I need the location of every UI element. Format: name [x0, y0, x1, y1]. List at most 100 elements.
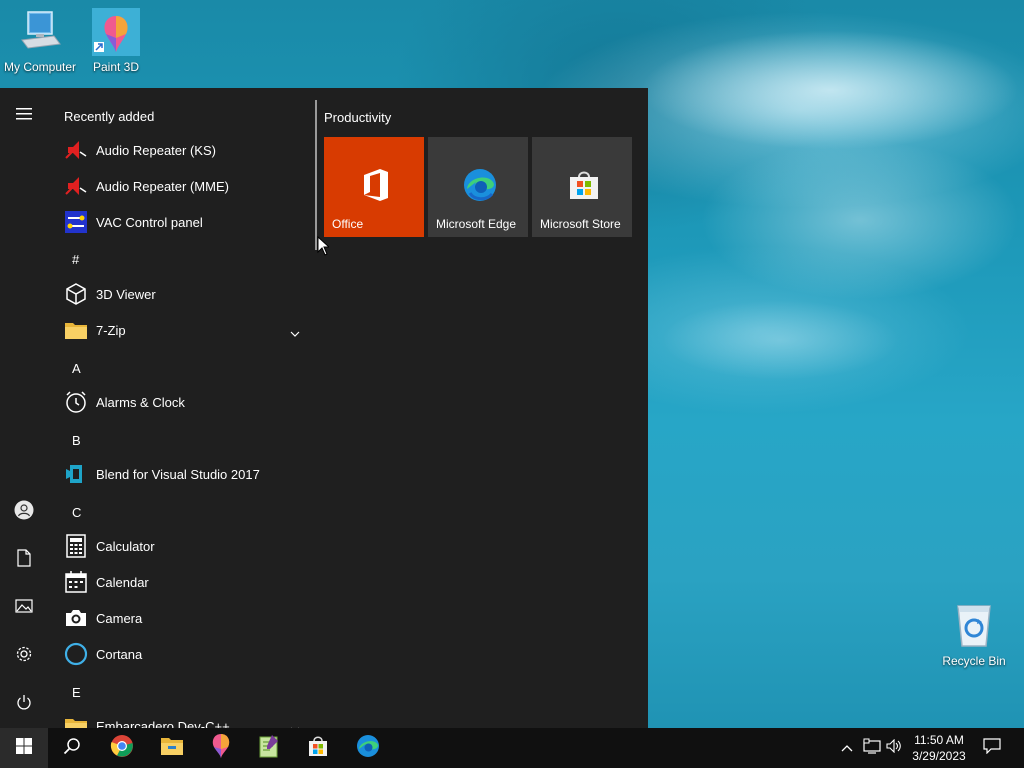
start-button[interactable]: [0, 728, 48, 768]
expand-menu-button[interactable]: [0, 92, 48, 140]
edge-icon: [356, 734, 380, 763]
app-list: Recently added Audio Repeater (KS) Audio…: [48, 88, 314, 728]
3d-viewer-icon: [64, 282, 88, 306]
blend-icon: [64, 462, 88, 486]
app-label: Calculator: [96, 538, 155, 554]
app-label: VAC Control panel: [96, 214, 203, 230]
group-header-e[interactable]: E: [72, 685, 81, 700]
group-header-hash[interactable]: #: [72, 252, 79, 267]
folder-icon: [64, 318, 88, 342]
alarm-clock-icon: [64, 390, 88, 414]
start-icon: [16, 737, 32, 759]
taskbar-notepad-plus-plus[interactable]: [245, 728, 293, 768]
paint-3d-icon: [210, 733, 232, 764]
hamburger-icon: [16, 107, 32, 125]
pictures-button[interactable]: [0, 584, 48, 632]
recycle-bin-icon: [950, 602, 998, 650]
audio-repeater-icon: [64, 174, 88, 198]
desktop-icon-label: Recycle Bin: [942, 654, 1006, 668]
app-label: Calendar: [96, 574, 149, 590]
app-vac-control-panel[interactable]: VAC Control panel: [48, 204, 314, 240]
power-button[interactable]: [0, 680, 48, 728]
taskbar-paint-3d[interactable]: [197, 728, 245, 768]
desktop-icon-label: Paint 3D: [92, 60, 140, 74]
chevron-down-icon[interactable]: [290, 720, 300, 728]
office-icon: [358, 167, 394, 203]
app-audio-repeater-mme[interactable]: Audio Repeater (MME): [48, 168, 314, 204]
app-3d-viewer[interactable]: 3D Viewer: [48, 276, 314, 312]
group-header-b[interactable]: B: [72, 433, 81, 448]
scrollbar[interactable]: [315, 100, 317, 250]
tile-microsoft-store[interactable]: Microsoft Store: [532, 137, 632, 237]
user-account-button[interactable]: [0, 488, 48, 536]
action-center-button[interactable]: [978, 728, 1006, 768]
search-button[interactable]: [48, 728, 96, 768]
network-button[interactable]: [860, 728, 884, 768]
app-audio-repeater-ks[interactable]: Audio Repeater (KS): [48, 132, 314, 168]
desktop-icon-paint-3d[interactable]: Paint 3D: [76, 8, 156, 74]
store-icon: [566, 167, 602, 203]
start-menu: Recently added Audio Repeater (KS) Audio…: [0, 88, 648, 728]
edge-icon: [462, 167, 498, 203]
wallpaper-wave: [640, 30, 1020, 150]
app-label: Audio Repeater (KS): [96, 142, 216, 158]
calculator-icon: [64, 534, 88, 558]
notification-icon: [983, 737, 1001, 759]
chevron-down-icon[interactable]: [290, 324, 300, 342]
desktop-icon-my-computer[interactable]: My Computer: [0, 8, 80, 74]
tile-microsoft-edge[interactable]: Microsoft Edge: [428, 137, 528, 237]
mouse-cursor: [317, 235, 331, 261]
tile-office[interactable]: Office: [324, 137, 424, 237]
tile-group-title[interactable]: Productivity: [324, 110, 391, 125]
clock[interactable]: 11:50 AM 3/29/2023: [906, 732, 972, 764]
app-embarcadero-dev-cpp[interactable]: Embarcadero Dev-C++: [48, 708, 314, 728]
app-blend-visual-studio[interactable]: Blend for Visual Studio 2017: [48, 456, 314, 492]
network-icon: [863, 738, 881, 759]
computer-icon: [16, 8, 64, 56]
clock-date: 3/29/2023: [912, 749, 966, 763]
app-cortana[interactable]: Cortana: [48, 636, 314, 672]
search-icon: [63, 737, 81, 760]
app-calendar[interactable]: Calendar: [48, 564, 314, 600]
taskbar: 11:50 AM 3/29/2023: [0, 728, 1024, 768]
pictures-icon: [15, 598, 33, 618]
group-header-a[interactable]: A: [72, 361, 81, 376]
volume-button[interactable]: [884, 728, 904, 768]
folder-icon: [64, 714, 88, 728]
calendar-icon: [64, 570, 88, 594]
power-icon: [16, 694, 32, 715]
group-header-c[interactable]: C: [72, 505, 81, 520]
tile-label: Microsoft Store: [540, 217, 621, 231]
desktop-icon-label: My Computer: [3, 60, 77, 74]
chevron-up-icon: [841, 739, 853, 757]
app-calculator[interactable]: Calculator: [48, 528, 314, 564]
app-label: 7-Zip: [96, 322, 126, 338]
app-alarms-clock[interactable]: Alarms & Clock: [48, 384, 314, 420]
volume-icon: [886, 738, 902, 758]
app-7-zip[interactable]: 7-Zip: [48, 312, 314, 348]
app-camera[interactable]: Camera: [48, 600, 314, 636]
app-label: Blend for Visual Studio 2017: [96, 466, 260, 482]
app-label: Camera: [96, 610, 143, 626]
taskbar-chrome[interactable]: [98, 728, 146, 768]
store-icon: [307, 735, 329, 762]
recently-added-header: Recently added: [64, 109, 155, 124]
audio-repeater-icon: [64, 138, 88, 162]
camera-icon: [64, 606, 88, 630]
cortana-icon: [64, 642, 88, 666]
documents-button[interactable]: [0, 536, 48, 584]
app-label: Audio Repeater (MME): [96, 178, 229, 194]
paint-3d-icon: [92, 8, 140, 56]
show-hidden-icons-button[interactable]: [838, 728, 856, 768]
desktop-icon-recycle-bin[interactable]: Recycle Bin: [934, 602, 1014, 668]
taskbar-file-explorer[interactable]: [148, 728, 196, 768]
tile-label: Office: [332, 217, 364, 231]
settings-button[interactable]: [0, 632, 48, 680]
app-label: Alarms & Clock: [96, 394, 185, 410]
vac-control-icon: [64, 210, 88, 234]
taskbar-microsoft-edge[interactable]: [344, 728, 392, 768]
wallpaper-wave: [660, 300, 900, 380]
chrome-icon: [110, 734, 134, 763]
notepad-plus-plus-icon: [258, 734, 280, 763]
taskbar-microsoft-store[interactable]: [294, 728, 342, 768]
